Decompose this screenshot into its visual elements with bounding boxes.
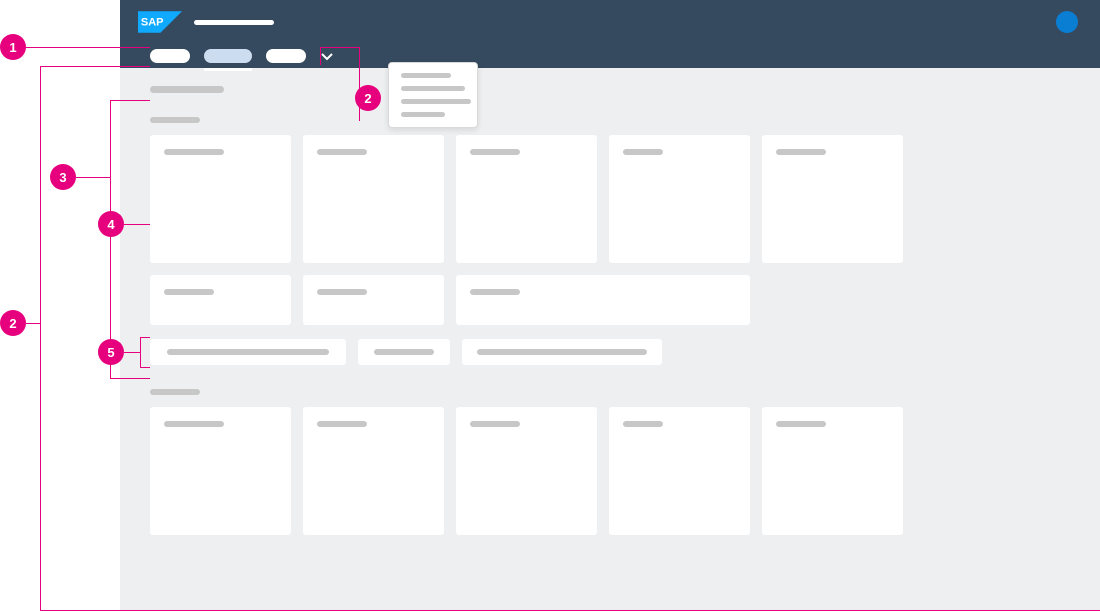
annotation-line: [76, 177, 110, 178]
tile[interactable]: [303, 275, 444, 325]
tile[interactable]: [150, 407, 291, 535]
tile[interactable]: [150, 135, 291, 263]
tile-row: [150, 407, 1070, 535]
tile-label: [317, 149, 367, 155]
nav-tab-1[interactable]: [150, 49, 190, 63]
link-item[interactable]: [358, 339, 450, 365]
dropdown-item[interactable]: [401, 86, 465, 91]
nav-overflow-dropdown: [388, 62, 478, 128]
annotation-marker-2-left: 2: [0, 310, 26, 336]
annotation-marker-1: 1: [0, 34, 26, 60]
tile-label: [317, 421, 367, 427]
section-1: [150, 117, 1070, 365]
tile[interactable]: [303, 135, 444, 263]
chevron-down-icon: [320, 49, 334, 63]
dropdown-item[interactable]: [401, 112, 445, 117]
tile-label: [470, 289, 520, 295]
link-row: [150, 339, 1070, 365]
dropdown-item[interactable]: [401, 99, 471, 104]
shell-header: SAP: [120, 0, 1100, 44]
nav-bar: [120, 44, 1100, 68]
page-title: [150, 86, 224, 93]
tile-wide[interactable]: [456, 275, 750, 325]
nav-tab-2-active[interactable]: [204, 49, 252, 63]
annotation-line: [26, 323, 40, 324]
tile[interactable]: [609, 135, 750, 263]
dropdown-item[interactable]: [401, 73, 451, 78]
nav-tab-3[interactable]: [266, 49, 306, 63]
nav-overflow-button[interactable]: [320, 49, 334, 63]
app-shell: SAP: [120, 0, 1100, 611]
sap-logo[interactable]: SAP: [138, 11, 182, 33]
svg-text:SAP: SAP: [141, 17, 164, 29]
link-label: [167, 349, 329, 355]
tile-label: [776, 421, 826, 427]
link-item[interactable]: [150, 339, 346, 365]
tile-label: [623, 421, 663, 427]
tile[interactable]: [762, 407, 903, 535]
tile[interactable]: [609, 407, 750, 535]
tile-label: [470, 149, 520, 155]
link-label: [374, 349, 434, 355]
tile-label: [164, 289, 214, 295]
tile-label: [164, 421, 224, 427]
app-title: [194, 20, 274, 25]
section-title: [150, 117, 200, 123]
annotation-line: [110, 100, 111, 378]
tile[interactable]: [456, 135, 597, 263]
section-title: [150, 389, 200, 395]
tile-label: [317, 289, 367, 295]
annotation-marker-3: 3: [50, 164, 76, 190]
user-avatar[interactable]: [1056, 11, 1078, 33]
tile-row: [150, 275, 1070, 325]
tile[interactable]: [762, 135, 903, 263]
tile[interactable]: [456, 407, 597, 535]
tile[interactable]: [150, 275, 291, 325]
tile-label: [623, 149, 663, 155]
tile-label: [470, 421, 520, 427]
annotation-line: [40, 66, 41, 611]
tile[interactable]: [303, 407, 444, 535]
tile-label: [776, 149, 826, 155]
tile-label: [164, 149, 224, 155]
link-item[interactable]: [462, 339, 662, 365]
tile-row: [150, 135, 1070, 263]
page-content: [120, 68, 1100, 565]
section-2: [150, 389, 1070, 535]
link-label: [477, 349, 647, 355]
